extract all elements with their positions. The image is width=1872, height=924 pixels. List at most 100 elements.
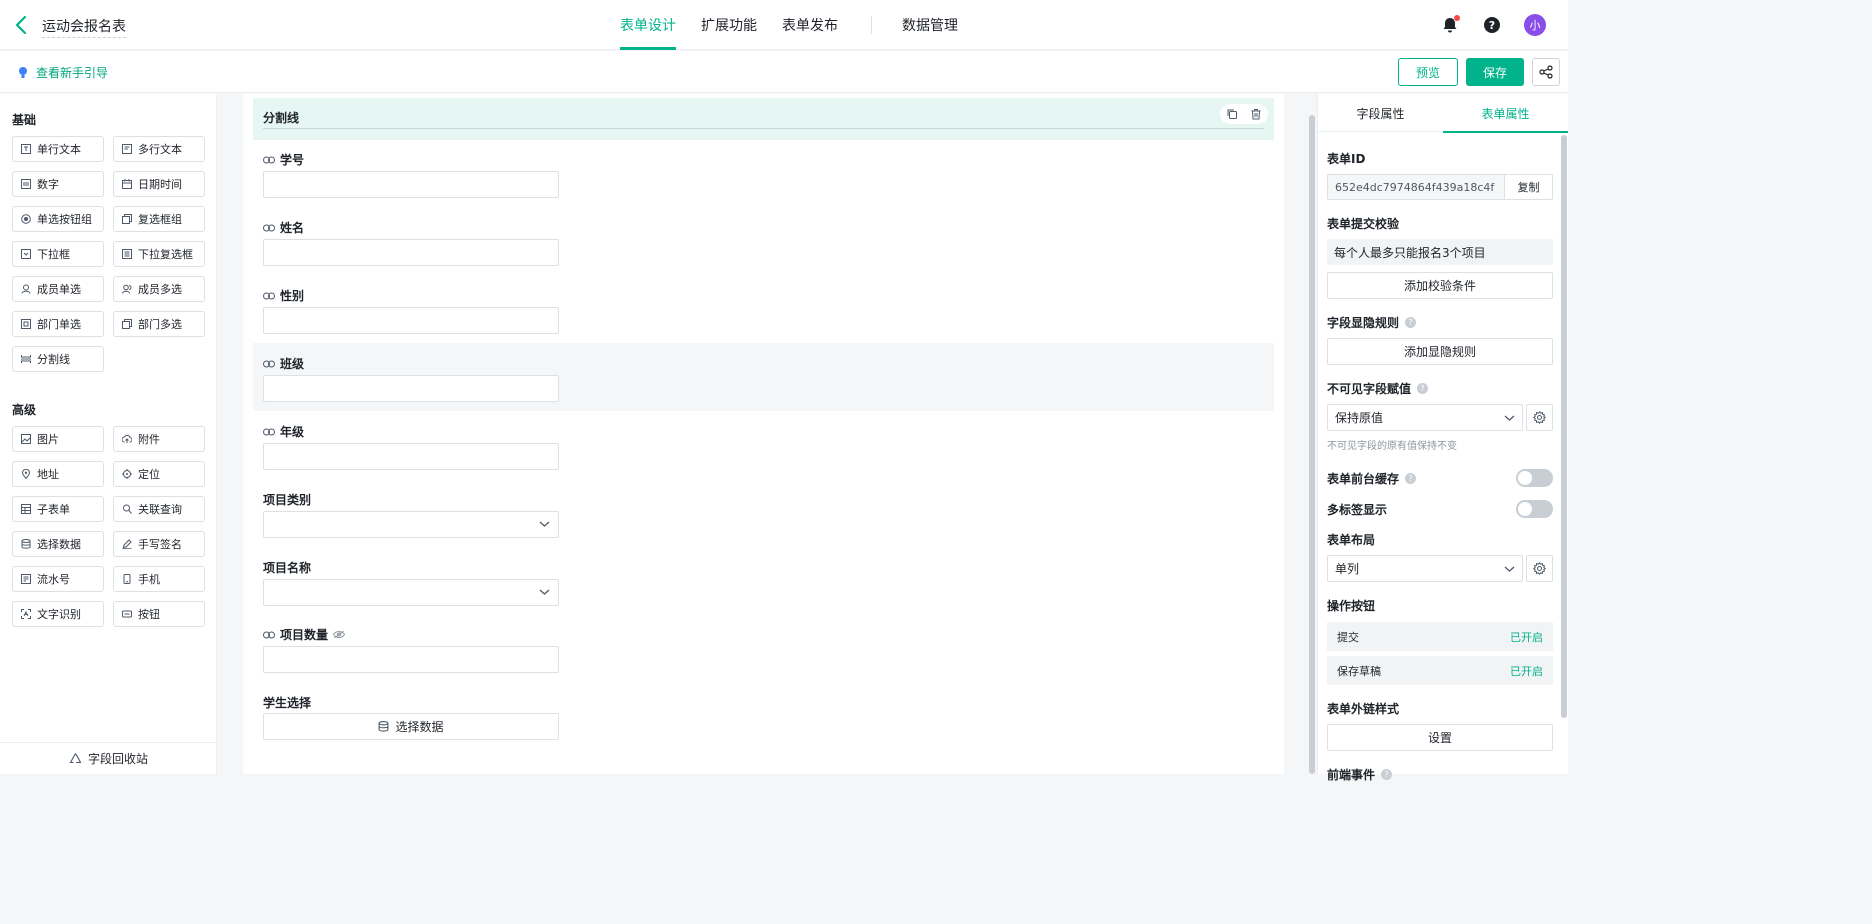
recycle-bin-button[interactable]: 字段回收站 <box>0 742 217 774</box>
share-button[interactable] <box>1532 58 1560 86</box>
palette-signature[interactable]: 手写签名 <box>113 531 205 557</box>
chevron-down-icon <box>1504 415 1515 421</box>
grade-input[interactable] <box>263 443 559 470</box>
avatar[interactable]: 小 <box>1524 14 1546 36</box>
help-icon[interactable]: ? <box>1405 473 1417 484</box>
student-id-input[interactable] <box>263 171 559 198</box>
main-nav: 表单设计 扩展功能 表单发布 数据管理 <box>620 0 983 50</box>
tab-form-properties[interactable]: 表单属性 <box>1443 94 1568 133</box>
help-icon[interactable]: ? <box>1405 317 1417 328</box>
invisible-settings-button[interactable] <box>1526 404 1553 431</box>
field-label-student-id: 学号 <box>263 151 304 168</box>
add-visibility-button[interactable]: 添加显隐规则 <box>1327 338 1553 365</box>
palette-datetime[interactable]: 日期时间 <box>113 171 205 197</box>
palette-dropdown[interactable]: 下拉框 <box>12 241 104 267</box>
preview-button[interactable]: 预览 <box>1398 58 1458 86</box>
op-row-save-draft[interactable]: 保存草稿 已开启 <box>1327 656 1553 685</box>
palette-divider[interactable]: 分割线 <box>12 346 104 372</box>
properties-scrollbar[interactable] <box>1561 135 1567 718</box>
canvas-scrollbar[interactable] <box>1309 115 1315 774</box>
palette-select-data[interactable]: 选择数据 <box>12 531 104 557</box>
palette-attachment[interactable]: 附件 <box>113 426 205 452</box>
link-search-icon <box>123 504 132 514</box>
link-icon <box>263 631 275 638</box>
link-style-settings-button[interactable]: 设置 <box>1327 724 1553 751</box>
pin-icon <box>21 469 31 479</box>
tab-data-management[interactable]: 数据管理 <box>902 0 958 50</box>
textarea-icon <box>122 144 132 154</box>
palette-phone[interactable]: 手机 <box>113 566 205 592</box>
field-label-class: 班级 <box>263 355 304 372</box>
add-check-button[interactable]: 添加校验条件 <box>1327 272 1553 299</box>
chevron-down-icon <box>539 589 550 595</box>
app-title[interactable]: 运动会报名表 <box>42 16 126 38</box>
help-icon[interactable]: ? <box>1482 15 1502 35</box>
op-row-submit[interactable]: 提交 已开启 <box>1327 622 1553 651</box>
palette-serial-number[interactable]: 流水号 <box>12 566 104 592</box>
property-tabs: 字段属性 表单属性 <box>1318 94 1569 133</box>
locate-icon <box>122 469 132 479</box>
form-id-value: 652e4dc7974864f439a18c4f <box>1335 180 1495 194</box>
guide-link[interactable]: 查看新手引导 <box>18 64 108 81</box>
calendar-icon <box>122 179 132 189</box>
button-icon <box>122 610 132 618</box>
layout-select[interactable]: 单列 <box>1327 555 1523 582</box>
palette-dept-multi[interactable]: 部门多选 <box>113 311 205 337</box>
scan-icon <box>21 609 31 619</box>
cache-toggle[interactable] <box>1516 469 1553 487</box>
palette-member-multi[interactable]: 成员多选 <box>113 276 205 302</box>
database-icon <box>379 721 389 732</box>
field-label-gender: 性别 <box>263 287 304 304</box>
select-data-button[interactable]: 选择数据 <box>263 713 559 740</box>
tab-field-properties[interactable]: 字段属性 <box>1318 94 1443 132</box>
help-icon[interactable]: ? <box>1381 769 1393 780</box>
palette-checkbox-group[interactable]: 复选框组 <box>113 206 205 232</box>
palette-radio-group[interactable]: 单选按钮组 <box>12 206 104 232</box>
palette-related-query[interactable]: 关联查询 <box>113 496 205 522</box>
divider-field[interactable]: 分割线 <box>253 98 1274 140</box>
tab-form-design[interactable]: 表单设计 <box>620 0 676 50</box>
save-button[interactable]: 保存 <box>1466 58 1524 86</box>
class-input[interactable] <box>263 375 559 402</box>
form-id-box: 652e4dc7974864f439a18c4f 复制 <box>1327 174 1553 200</box>
trash-icon[interactable] <box>1250 108 1262 120</box>
category-select[interactable] <box>263 511 559 538</box>
divider-tools <box>1220 104 1268 124</box>
multitab-toggle[interactable] <box>1516 500 1553 518</box>
back-icon[interactable] <box>12 13 32 37</box>
palette-member-single[interactable]: 成员单选 <box>12 276 104 302</box>
submit-rule-item[interactable]: 每个人最多只能报名3个项目 <box>1327 239 1553 265</box>
palette-single-text[interactable]: 单行文本 <box>12 136 104 162</box>
gender-input[interactable] <box>263 307 559 334</box>
palette-dept-single[interactable]: 部门单选 <box>12 311 104 337</box>
divider-label: 分割线 <box>263 111 300 125</box>
tab-publish[interactable]: 表单发布 <box>782 0 838 50</box>
field-label-name: 姓名 <box>263 219 304 236</box>
palette-address[interactable]: 地址 <box>12 461 104 487</box>
palette-multi-text[interactable]: 多行文本 <box>113 136 205 162</box>
palette-subform[interactable]: 子表单 <box>12 496 104 522</box>
divider-icon <box>21 355 31 363</box>
palette-image[interactable]: 图片 <box>12 426 104 452</box>
item-name-select[interactable] <box>263 579 559 606</box>
table-icon <box>21 504 31 514</box>
copy-id-button[interactable]: 复制 <box>1504 175 1552 199</box>
top-bar: 运动会报名表 表单设计 扩展功能 表单发布 数据管理 ? 小 <box>0 0 1568 50</box>
invisible-assign-select[interactable]: 保持原值 <box>1327 404 1523 431</box>
help-icon[interactable]: ? <box>1417 383 1429 394</box>
palette-button[interactable]: 按钮 <box>113 601 205 627</box>
radio-icon <box>21 214 31 224</box>
departments-icon <box>122 319 132 329</box>
palette-location[interactable]: 定位 <box>113 461 205 487</box>
checkbox-icon <box>122 214 132 224</box>
tab-extensions[interactable]: 扩展功能 <box>701 0 757 50</box>
palette-ocr[interactable]: 文字识别 <box>12 601 104 627</box>
bell-icon[interactable] <box>1440 15 1460 35</box>
name-input[interactable] <box>263 239 559 266</box>
count-input[interactable] <box>263 646 559 673</box>
layout-settings-button[interactable] <box>1526 555 1553 582</box>
properties-panel: 字段属性 表单属性 表单ID 652e4dc7974864f439a18c4f … <box>1317 94 1569 782</box>
copy-icon[interactable] <box>1226 108 1238 120</box>
palette-number[interactable]: 数字 <box>12 171 104 197</box>
palette-multi-dropdown[interactable]: 下拉复选框 <box>113 241 205 267</box>
